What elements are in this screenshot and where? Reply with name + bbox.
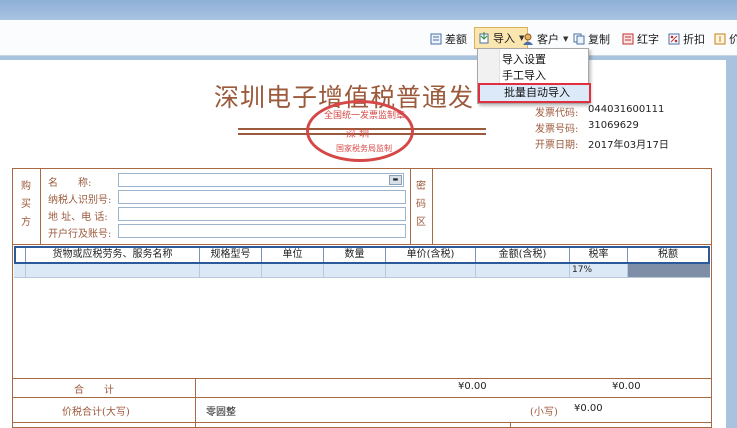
- totals-label: 合 计: [74, 385, 114, 396]
- import-button-label: 导入: [493, 32, 515, 45]
- buyer-name-label: 名 称:: [48, 178, 92, 189]
- menu-item-import-settings[interactable]: 导入设置: [502, 52, 546, 68]
- import-button[interactable]: 导入 ▼: [474, 27, 529, 49]
- import-dropdown-menu: 导入设置 手工导入 批量自动导入: [477, 48, 591, 104]
- red-doc-icon: [622, 33, 634, 45]
- red-invoice-button-label: 红字: [637, 33, 659, 46]
- cell-name[interactable]: [26, 264, 200, 277]
- column-header-qty[interactable]: 数量: [324, 248, 386, 262]
- diff-button-label: 差额: [445, 33, 467, 46]
- price-button-label: 价: [729, 33, 737, 46]
- window-titlebar: [0, 0, 737, 20]
- taxpayer-id-label: 纳税人识别号:: [48, 195, 112, 206]
- copy-icon: [573, 33, 585, 45]
- cell-tax[interactable]: [628, 264, 710, 277]
- column-header-price[interactable]: 单价(含税): [386, 248, 476, 262]
- seal-middle-text: 深 圳: [346, 129, 370, 140]
- copy-button[interactable]: 复制: [573, 29, 610, 49]
- cell-amount[interactable]: [476, 264, 570, 277]
- dropdown-icon[interactable]: ▬: [389, 175, 402, 185]
- items-table-header: 货物或应税劳务、服务名称 规格型号 单位 数量 单价(含税) 金额(含税) 税率…: [14, 246, 710, 264]
- column-header-name[interactable]: 货物或应税劳务、服务名称: [26, 248, 200, 262]
- address-phone-input[interactable]: [118, 207, 406, 221]
- red-invoice-button[interactable]: 红字: [622, 29, 659, 49]
- cipher-area-label: 密 码 区: [416, 181, 426, 228]
- chevron-down-icon: ▼: [563, 35, 569, 43]
- invoice-date-value: 2017年03月17日: [588, 140, 669, 151]
- cell-price[interactable]: [386, 264, 476, 277]
- diff-button[interactable]: 差额: [430, 29, 467, 49]
- seal-top-text: 全国统一发票监制章: [324, 111, 406, 121]
- bank-account-label: 开户行及账号:: [48, 229, 112, 240]
- customer-button-label: 客户: [537, 33, 559, 46]
- price-button[interactable]: 价: [714, 29, 737, 49]
- column-header-spec[interactable]: 规格型号: [200, 248, 262, 262]
- totals-tax: ¥0.00: [612, 381, 641, 392]
- invoice-date-label: 开票日期:: [535, 140, 579, 151]
- user-icon: [522, 33, 534, 45]
- buyer-side-label: 购 买 方: [21, 181, 31, 228]
- column-header-unit[interactable]: 单位: [262, 248, 324, 262]
- buyer-name-select[interactable]: ▬: [118, 173, 404, 187]
- seal-bottom-text: 国家税务局监制: [336, 144, 392, 153]
- cell-rate[interactable]: 17%: [570, 264, 628, 277]
- grand-total-words: 零圆整: [206, 407, 236, 418]
- grand-total-label: 价税合计(大写): [62, 407, 130, 418]
- discount-button[interactable]: 折扣: [668, 29, 705, 49]
- discount-button-label: 折扣: [683, 33, 705, 46]
- doc-icon: [430, 33, 442, 45]
- invoice-code-label: 发票代码:: [535, 108, 579, 119]
- toolbar: 差额 导入 ▼ 客户 ▼ 复制 红字 折扣 价: [0, 20, 737, 56]
- invoice-number-value: 31069629: [588, 120, 639, 131]
- menu-item-batch-auto-import[interactable]: 批量自动导入: [478, 83, 591, 103]
- bank-account-input[interactable]: [118, 224, 406, 238]
- invoice-number-label: 发票号码:: [535, 124, 579, 135]
- discount-icon: [668, 33, 680, 45]
- table-row[interactable]: 17%: [14, 264, 710, 278]
- column-header-rate[interactable]: 税率: [570, 248, 628, 262]
- totals-amount: ¥0.00: [458, 381, 487, 392]
- cell-qty[interactable]: [324, 264, 386, 277]
- vertical-scrollbar[interactable]: [726, 60, 737, 428]
- column-header-tax[interactable]: 税额: [628, 248, 708, 262]
- cell-spec[interactable]: [200, 264, 262, 277]
- copy-button-label: 复制: [588, 33, 610, 46]
- customer-button[interactable]: 客户 ▼: [522, 29, 568, 49]
- cell-unit[interactable]: [262, 264, 324, 277]
- invoice-code-value: 044031600111: [588, 104, 665, 115]
- column-header-amount[interactable]: 金额(含税): [476, 248, 570, 262]
- menu-item-manual-import[interactable]: 手工导入: [502, 68, 546, 84]
- address-phone-label: 地 址、电 话:: [48, 212, 108, 223]
- import-icon: [478, 32, 490, 44]
- taxpayer-id-input[interactable]: [118, 190, 406, 204]
- grand-total-small-value: ¥0.00: [574, 403, 603, 414]
- grand-total-small-label: (小写): [530, 407, 558, 418]
- price-icon: [714, 33, 726, 45]
